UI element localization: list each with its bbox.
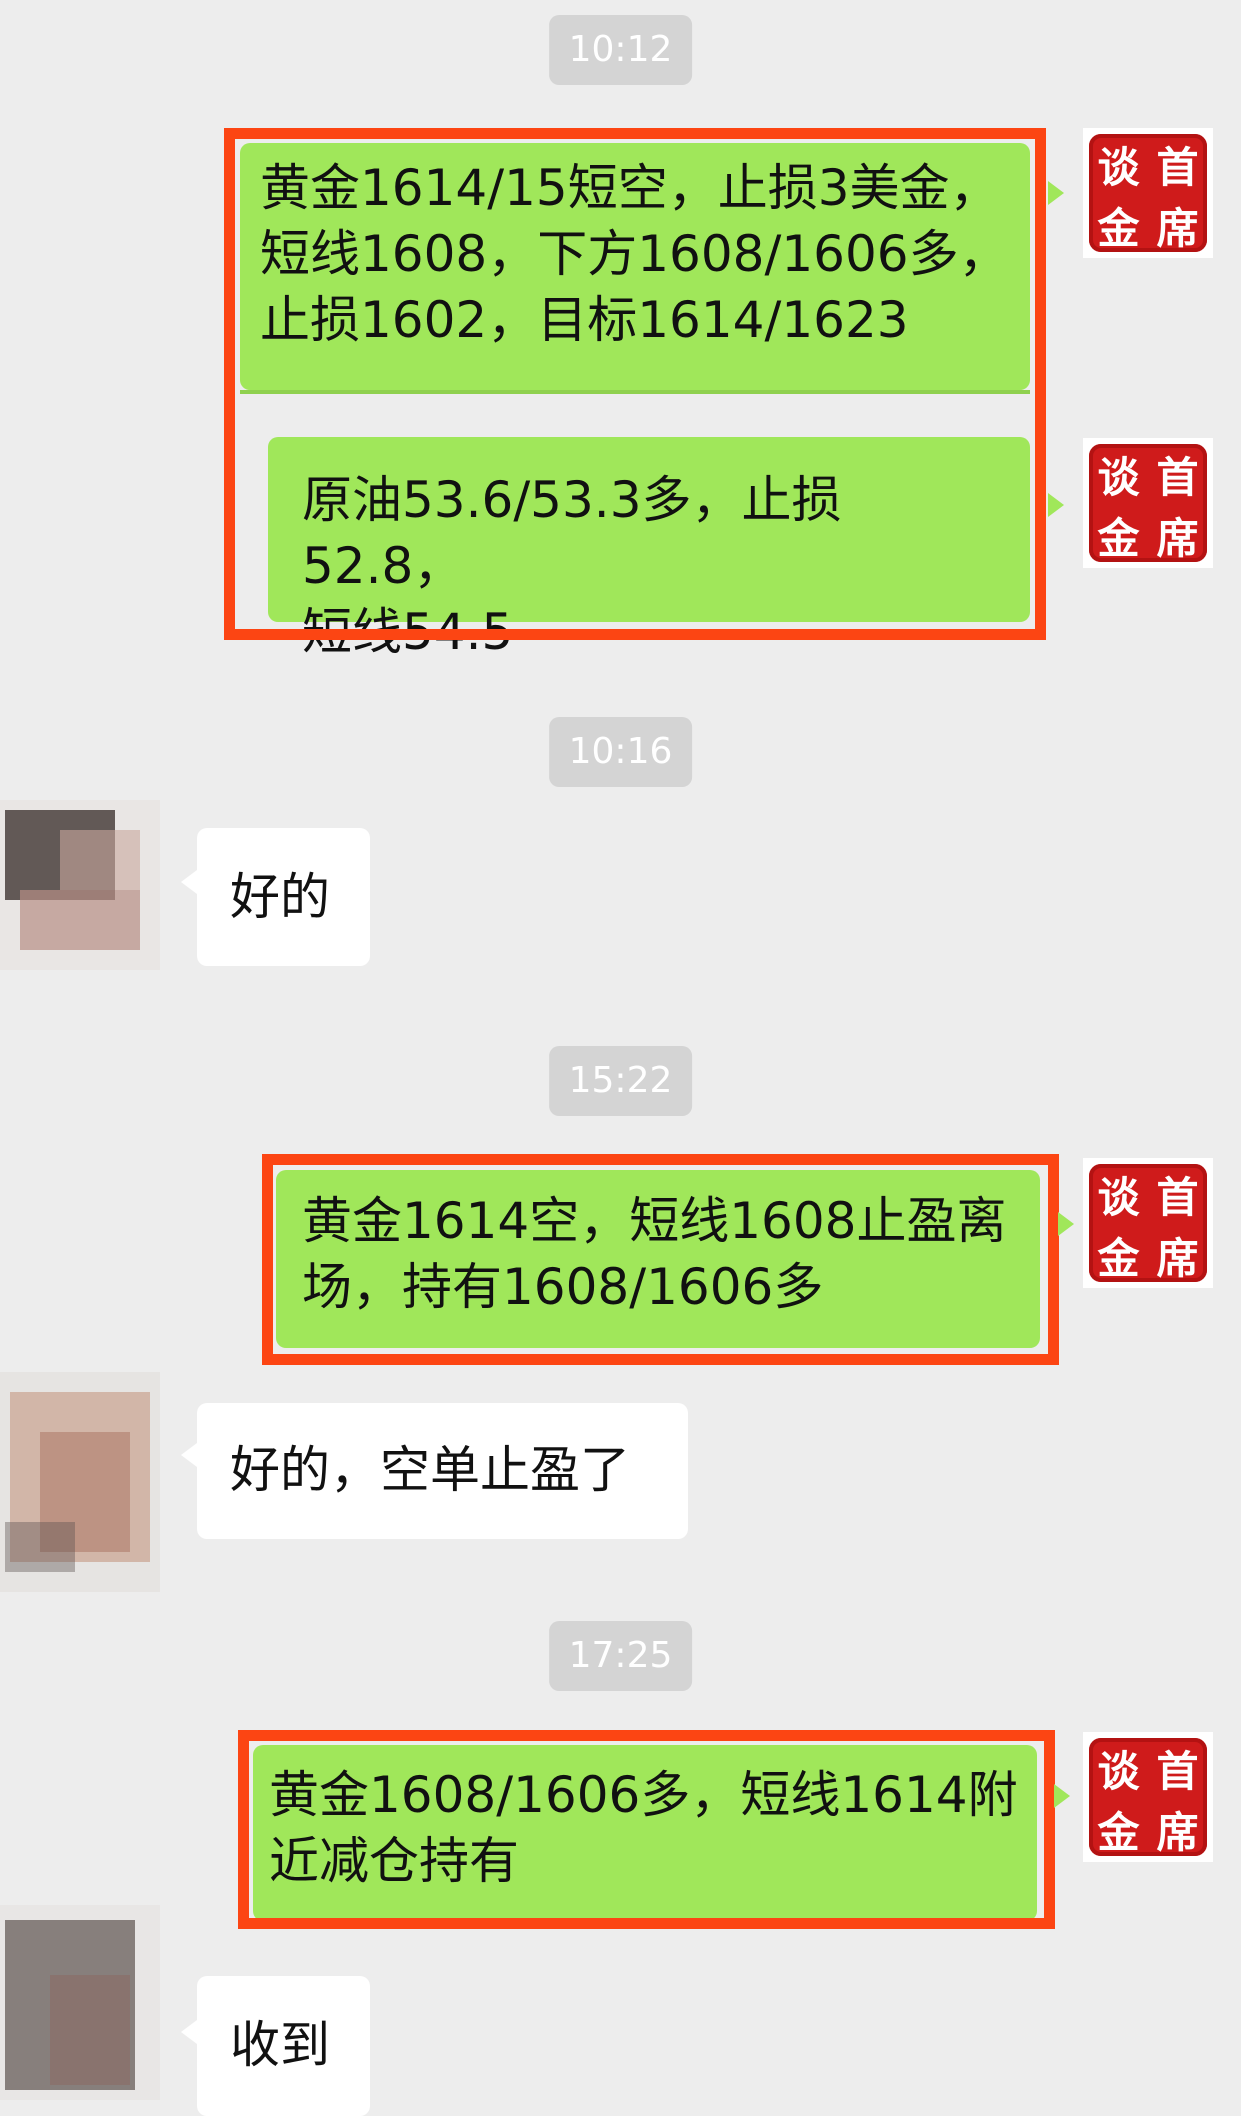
highlight-box [262,1154,1059,1365]
timestamp: 10:16 [548,717,693,787]
seal-char: 金 [1097,1808,1140,1857]
bubble-tail [181,2020,197,2044]
highlight-box [238,1730,1055,1929]
timestamp: 10:12 [548,15,693,85]
seal-char: 谈 [1097,1173,1140,1222]
seal-char: 席 [1156,514,1199,563]
seal-char: 首 [1156,1747,1199,1796]
seal-char: 谈 [1097,453,1140,502]
seal-char: 谈 [1097,1747,1140,1796]
sender-avatar-seal-icon[interactable]: 谈 首 金 席 [1083,1732,1213,1862]
incoming-message[interactable]: 好的，空单止盈了 [197,1403,688,1539]
incoming-message[interactable]: 收到 [197,1976,370,2116]
contact-avatar[interactable] [0,800,160,970]
seal-char: 席 [1156,1234,1199,1283]
message-line: 收到 [230,2016,330,2074]
sender-avatar-seal-icon[interactable]: 谈 首 金 席 [1083,438,1213,568]
incoming-message[interactable]: 好的 [197,828,370,966]
seal-char: 谈 [1097,143,1140,192]
seal-char: 金 [1097,514,1140,563]
message-line: 好的 [230,868,330,926]
bubble-tail [1048,493,1064,517]
seal-char: 首 [1156,453,1199,502]
seal-char: 席 [1156,1808,1199,1857]
sender-avatar-seal-icon[interactable]: 谈 首 金 席 [1083,128,1213,258]
seal-char: 首 [1156,143,1199,192]
divider [240,390,1030,394]
highlight-box [224,128,1046,640]
seal-char: 金 [1097,204,1140,253]
message-line: 好的，空单止盈了 [230,1441,630,1499]
bubble-tail [181,1443,197,1467]
timestamp: 17:25 [548,1621,693,1691]
bubble-tail [1054,1784,1070,1808]
bubble-tail [1048,181,1064,205]
bubble-tail [1058,1212,1074,1236]
timestamp: 15:22 [548,1046,693,1116]
seal-char: 金 [1097,1234,1140,1283]
seal-char: 首 [1156,1173,1199,1222]
bubble-tail [181,870,197,894]
sender-avatar-seal-icon[interactable]: 谈 首 金 席 [1083,1158,1213,1288]
contact-avatar[interactable] [0,1905,160,2100]
contact-avatar[interactable] [0,1372,160,1592]
seal-char: 席 [1156,204,1199,253]
